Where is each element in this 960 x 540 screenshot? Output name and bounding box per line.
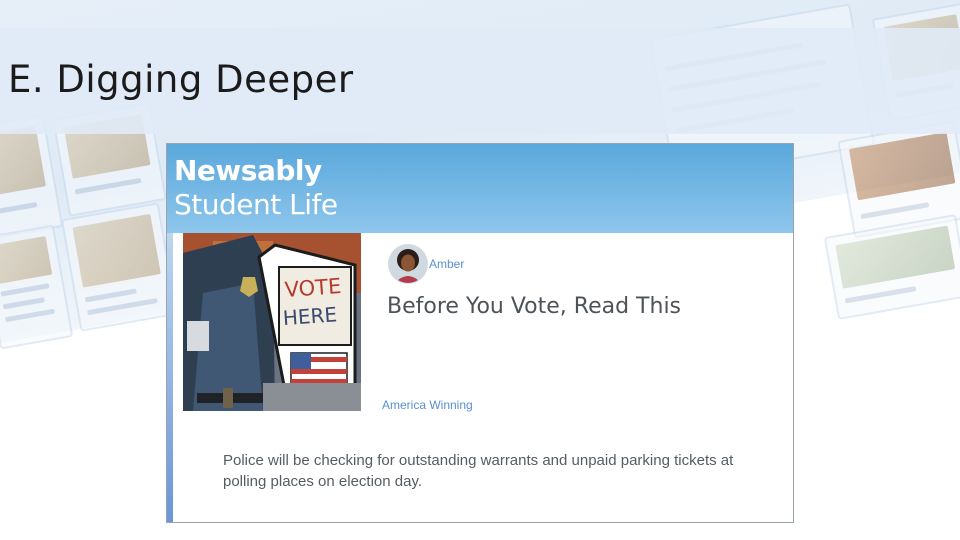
left-accent-bar [167,233,173,522]
author-avatar[interactable] [388,244,428,284]
vote-sign-line2: HERE [282,302,338,330]
author-name[interactable]: Amber [429,257,464,271]
post-source[interactable]: America Winning [382,398,473,412]
post-body: Police will be checking for outstanding … [223,452,734,490]
slide-title: E. Digging Deeper [8,58,354,101]
post-illustration-svg: VOTE HERE [183,233,361,411]
section-name: Student Life [174,188,338,221]
brand-name: Newsably [174,154,322,187]
post-header: Newsably Student Life [167,144,793,233]
background-card [60,202,179,332]
vote-sign-line1: VOTE [284,274,342,302]
background-card [823,214,960,320]
post-illustration[interactable]: VOTE HERE [183,233,361,411]
post-headline[interactable]: Before You Vote, Read This [387,294,681,319]
newsably-post-card[interactable]: Newsably Student Life VOTE HERE Amber Be… [166,143,794,523]
avatar-portrait [389,245,427,283]
